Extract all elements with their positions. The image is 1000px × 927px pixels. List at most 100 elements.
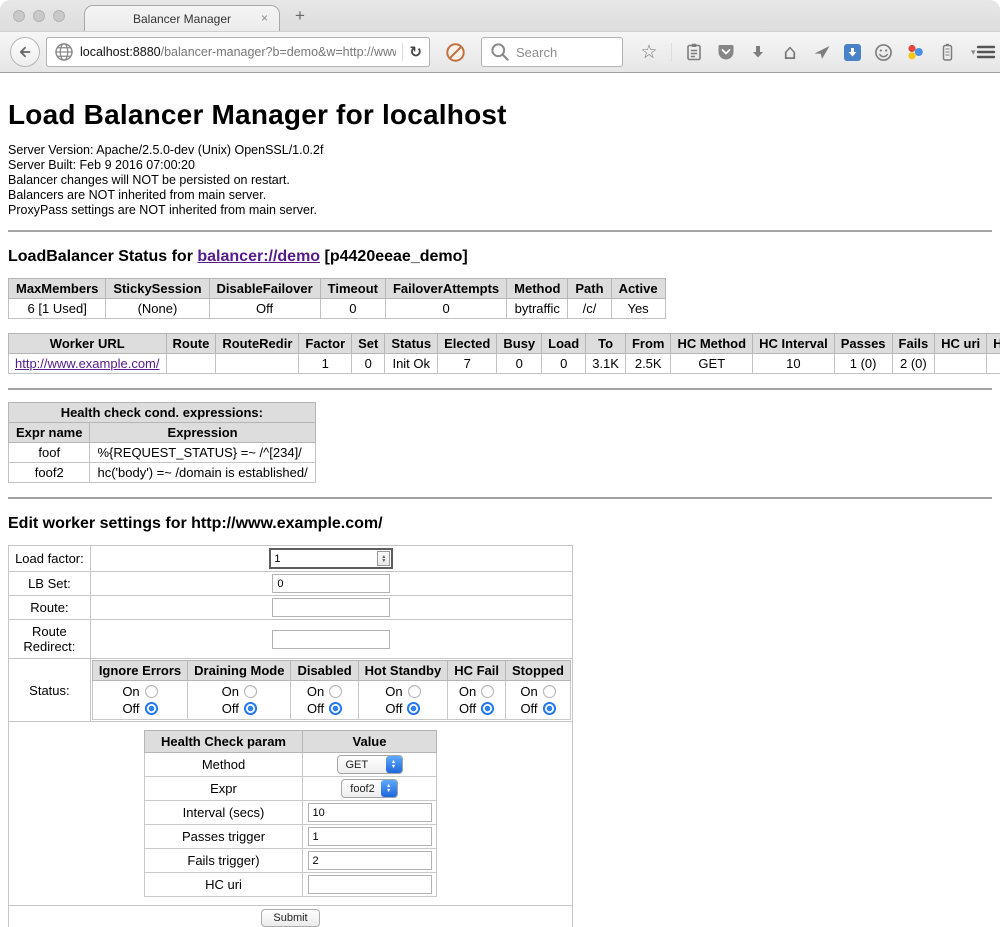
table-cell: Yes [611,299,665,319]
table-cell: 0 [385,299,506,319]
navigation-toolbar: localhost:8880/balancer-manager?b=demo&w… [0,31,1000,73]
status-off-radio[interactable] [481,702,494,715]
status-option-cell: On Off [92,681,187,720]
table-cell: 2.5K [625,354,671,374]
load-factor-input[interactable]: ▲▼ [269,548,393,569]
content-blocker-icon[interactable] [445,42,466,63]
hc-param-label: Method [145,753,303,777]
status-label: Status: [9,659,91,722]
tab-close-icon[interactable]: × [261,11,268,25]
toolbar-buttons: ☆ ⌂ ▾ [639,42,976,62]
hc-text-input[interactable] [308,851,432,870]
column-header: HC Expr [987,334,1000,354]
select-value: foof2 [350,783,374,795]
home-icon[interactable]: ⌂ [780,42,800,62]
reading-list-icon[interactable] [684,42,704,62]
field-input[interactable] [272,598,390,617]
select-stepper-icon: ▲▼ [386,756,402,773]
status-on-radio[interactable] [481,685,494,698]
heading-suffix: [p4420eeae_demo] [320,248,468,265]
expr-value: hc('body') =~ /domain is established/ [90,463,315,483]
hc-text-input[interactable] [308,875,432,894]
menu-icon[interactable] [976,42,996,62]
column-header: Set [352,334,385,354]
expr-table-title: Health check cond. expressions: [9,403,316,423]
status-off-radio[interactable] [244,702,257,715]
bookmark-star-icon[interactable]: ☆ [639,42,659,62]
status-on-radio[interactable] [408,685,421,698]
send-icon[interactable] [812,42,832,62]
heading-prefix: LoadBalancer Status for [8,248,197,265]
status-options-table: Ignore ErrorsDraining ModeDisabledHot St… [92,660,571,720]
field-label: LB Set: [9,572,91,596]
status-on-radio[interactable] [329,685,342,698]
status-row: Status: Ignore ErrorsDraining ModeDisabl… [9,659,573,722]
table-cell: 2 (0) [892,354,935,374]
window-controls [13,10,65,22]
extension-colors-icon[interactable] [905,42,925,62]
window-minimize-button[interactable] [33,10,45,22]
table-cell: 0 [352,354,385,374]
back-arrow-icon [17,44,33,60]
hc-param-label: HC uri [145,873,303,897]
hc-text-input[interactable] [308,803,432,822]
hc-text-input[interactable] [308,827,432,846]
status-off-radio[interactable] [543,702,556,715]
status-option-cell: On Off [506,681,571,720]
status-on-radio[interactable] [145,685,158,698]
table-cell [935,354,987,374]
extension-download-icon[interactable] [844,44,861,61]
table-cell: 0 [497,354,542,374]
url-bar[interactable]: localhost:8880/balancer-manager?b=demo&w… [46,37,430,67]
extension-smiley-icon[interactable] [873,42,893,62]
column-header: FailoverAttempts [385,279,506,299]
hc-param-row: Fails trigger) [145,849,437,873]
reload-icon[interactable]: ↻ [409,43,422,61]
hc-param-row: Expr foof2 ▲▼ [145,777,437,801]
submit-button[interactable]: Submit [261,909,319,927]
tab-balancer-manager[interactable]: Balancer Manager × [84,5,280,31]
number-stepper-icon[interactable]: ▲▼ [377,551,390,566]
balancer-demo-link[interactable]: balancer://demo [197,248,320,265]
expr-name: foof2 [9,463,90,483]
status-on-radio[interactable] [244,685,257,698]
number-input[interactable] [271,553,377,565]
column-header: Passes [834,334,892,354]
status-on-radio[interactable] [543,685,556,698]
form-row: Load factor: ▲▼ [9,546,573,572]
back-button[interactable] [10,37,40,67]
status-off-radio[interactable] [329,702,342,715]
loadbalancer-status-heading: LoadBalancer Status for balancer://demo … [8,248,992,266]
browser-chrome: Balancer Manager × + localhost:8880/bala… [0,0,1000,73]
radio-on-label: On [122,683,139,700]
menu-buttons [976,42,1000,62]
field-input[interactable] [272,574,390,593]
select-stepper-icon: ▲▼ [381,780,397,797]
hc-select[interactable]: foof2 ▲▼ [341,779,397,798]
downloads-icon[interactable] [748,42,768,62]
battery-icon[interactable] [937,42,957,62]
field-input[interactable] [272,630,390,649]
hc-param-row: Interval (secs) [145,801,437,825]
column-header: HC Method [671,334,753,354]
health-check-expressions-table: Health check cond. expressions: Expr nam… [8,402,316,483]
new-tab-button[interactable]: + [295,6,305,26]
url-text[interactable]: localhost:8880/balancer-manager?b=demo&w… [80,45,396,59]
server-info-line: ProxyPass settings are NOT inherited fro… [8,203,992,218]
pocket-icon[interactable] [716,42,736,62]
table-cell: 0 [320,299,385,319]
table-cell: 1 (0) [834,354,892,374]
worker-url-link[interactable]: http://www.example.com/ [15,356,160,371]
window-close-button[interactable] [13,10,25,22]
search-input[interactable]: Search [481,37,623,67]
hc-param-row: Method GET ▲▼ [145,753,437,777]
select-value: GET [346,759,369,771]
status-off-radio[interactable] [145,702,158,715]
hc-select[interactable]: GET ▲▼ [337,755,403,774]
status-option-cell: On Off [448,681,506,720]
health-check-param-table: Health Check param Value Method [144,730,437,897]
column-header: Load [542,334,586,354]
status-off-radio[interactable] [407,702,420,715]
server-info: Server Version: Apache/2.5.0-dev (Unix) … [8,143,992,218]
window-zoom-button[interactable] [53,10,65,22]
